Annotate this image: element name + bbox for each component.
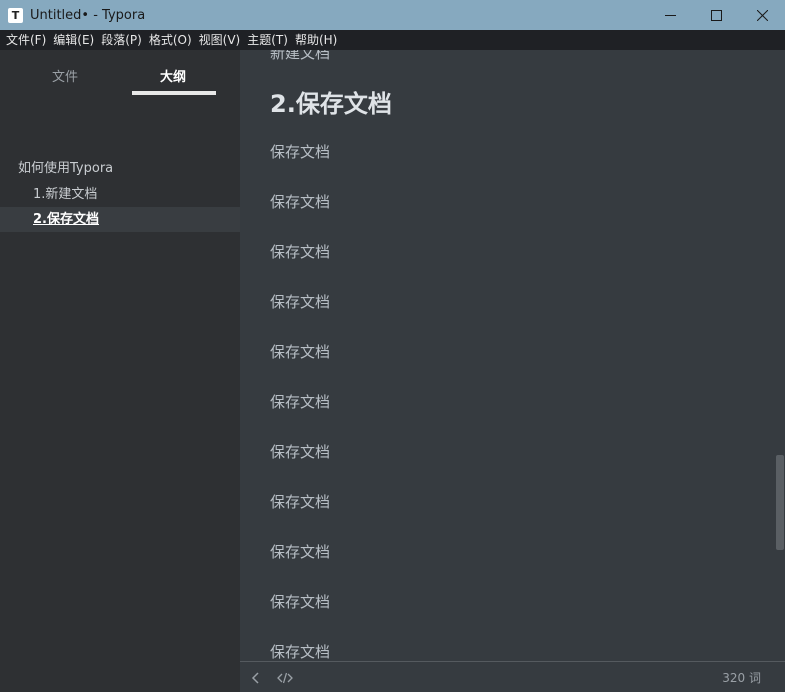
paragraph[interactable]: 保存文档 [270,591,330,612]
toggle-sidebar-button[interactable] [248,670,264,686]
menu-bar: 文件(F) 编辑(E) 段落(P) 格式(O) 视图(V) 主题(T) 帮助(H… [0,30,785,50]
sidebar-tabs: 文件 大纲 [0,50,240,100]
paragraph[interactable]: 保存文档 [270,291,330,312]
typora-app-icon: T [8,7,23,23]
window-controls [647,0,785,30]
code-icon [277,672,293,684]
status-bar: 320 词 [240,661,785,692]
editor-area[interactable]: 新建文档 2.保存文档 保存文档 保存文档 保存文档 保存文档 保存文档 保存文… [240,50,785,661]
close-button[interactable] [739,0,785,30]
menu-paragraph[interactable]: 段落(P) [98,30,145,50]
sidebar: 文件 大纲 如何使用Typora 1.新建文档 2.保存文档 [0,50,240,692]
paragraph[interactable]: 保存文档 [270,441,330,462]
tab-outline[interactable]: 大纲 [160,66,186,85]
paragraph[interactable]: 保存文档 [270,241,330,262]
editor-scrollbar[interactable] [776,50,785,661]
document-heading[interactable]: 2.保存文档 [270,84,392,119]
chevron-left-icon [251,672,259,684]
paragraph[interactable]: 保存文档 [270,191,330,212]
title-bar: T Untitled• - Typora [0,0,785,30]
paragraph[interactable]: 保存文档 [270,641,330,661]
menu-edit[interactable]: 编辑(E) [50,30,97,50]
scrollbar-thumb[interactable] [776,455,784,550]
outline-item-how-to-use[interactable]: 如何使用Typora [0,156,240,181]
paragraph[interactable]: 保存文档 [270,341,330,362]
close-icon [756,9,768,21]
menu-format[interactable]: 格式(O) [146,30,195,50]
tab-files[interactable]: 文件 [52,66,78,85]
minimize-icon [664,14,676,16]
paragraph[interactable]: 保存文档 [270,491,330,512]
partial-text-line: 新建文档 [270,50,331,62]
minimize-button[interactable] [647,0,693,30]
source-code-mode-button[interactable] [277,670,293,686]
window-title: Untitled• - Typora [30,7,146,23]
paragraph[interactable]: 保存文档 [270,541,330,562]
outline-item-save-doc[interactable]: 2.保存文档 [0,207,240,232]
active-tab-indicator [132,91,216,95]
menu-file[interactable]: 文件(F) [3,30,49,50]
word-count[interactable]: 320 词 [722,669,761,686]
maximize-icon [710,9,722,21]
menu-view[interactable]: 视图(V) [196,30,244,50]
outline-item-new-doc[interactable]: 1.新建文档 [0,182,240,207]
menu-help[interactable]: 帮助(H) [292,30,340,50]
paragraph[interactable]: 保存文档 [270,391,330,412]
menu-theme[interactable]: 主题(T) [244,30,291,50]
maximize-button[interactable] [693,0,739,30]
paragraph[interactable]: 保存文档 [270,141,330,162]
